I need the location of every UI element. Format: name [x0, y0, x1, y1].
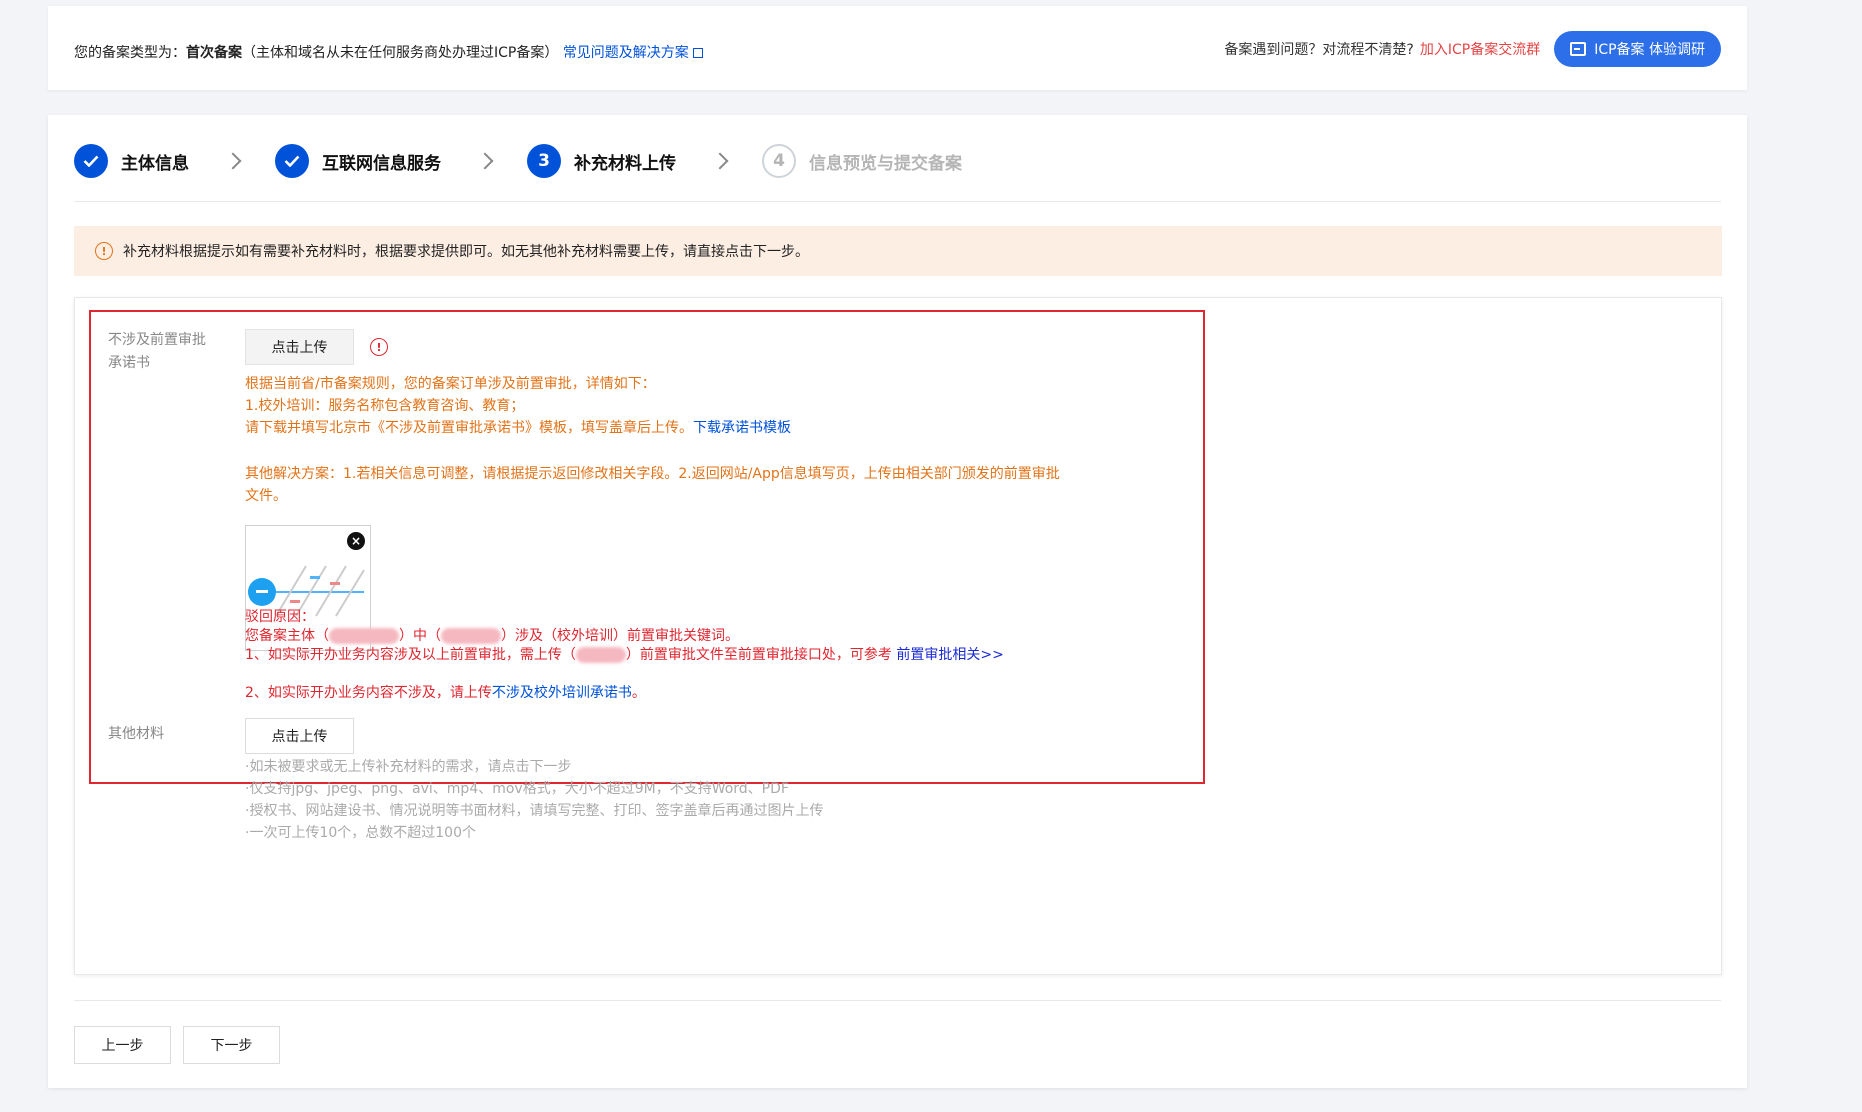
download-template-link[interactable]: 下载承诺书模板 [693, 420, 791, 436]
step-label: 主体信息 [121, 153, 189, 174]
step-number: 4 [762, 144, 796, 178]
chevron-right-icon [711, 152, 729, 170]
record-type-value: 首次备案 [186, 45, 242, 61]
chevron-right-icon [224, 152, 242, 170]
redacted-text [329, 628, 399, 644]
hint-text: ·仅支持jpg、jpeg、png、avi、mp4、mov格式，大小不超过9M，不… [245, 781, 789, 797]
reject-reason-3: 2、如实际开办业务内容不涉及，请上传不涉及校外培训承诺书。 [245, 685, 646, 701]
step-label: 信息预览与提交备案 [809, 153, 962, 174]
upload-commitment-button[interactable]: 点击上传 [245, 329, 354, 365]
other-solution-text-2: 文件。 [245, 488, 287, 504]
steps-bar: 主体信息 互联网信息服务 3 补充材料上传 4 信息预览与提交备案 [74, 139, 962, 183]
check-icon [74, 144, 108, 178]
rule-text-1: 根据当前省/市备案规则，您的备案订单涉及前置审批，详情如下： [245, 376, 656, 392]
reject-reason-2: 1、如实际开办业务内容涉及以上前置审批，需上传（ ）前置审批文件至前置审批接口处，… [245, 647, 1004, 663]
survey-button[interactable]: ICP备案 体验调研 [1554, 31, 1721, 67]
materials-panel: 不涉及前置审批 承诺书 点击上传 ! 根据当前省/市备案规则，您的备案订单涉及前… [74, 297, 1722, 975]
field-label-commitment: 不涉及前置审批 承诺书 [108, 332, 206, 371]
remove-image-icon[interactable]: × [347, 532, 365, 550]
redacted-text [441, 628, 501, 644]
step-number: 3 [527, 144, 561, 178]
survey-button-label: ICP备案 体验调研 [1594, 42, 1705, 58]
join-group-link[interactable]: 加入ICP备案交流群 [1420, 39, 1540, 59]
help-area: 备案遇到问题？对流程不清楚? 加入ICP备案交流群 ICP备案 体验调研 [1224, 31, 1721, 67]
rule-text-2: 1.校外培训：服务名称包含教育咨询、教育； [245, 398, 525, 414]
record-type-prefix: 您的备案类型为： [74, 45, 186, 61]
faq-link[interactable]: 常见问题及解决方案 [563, 45, 703, 61]
main-card: 主体信息 互联网信息服务 3 补充材料上传 4 信息预览与提交备案 ! 补充材料… [48, 115, 1747, 1088]
step-preview-submit: 4 信息预览与提交备案 [762, 144, 962, 178]
alert-text: 补充材料根据提示如有需要补充材料时，根据要求提供即可。如无其他补充材料需要上传，… [123, 244, 809, 260]
pre-approval-link[interactable]: 前置审批相关>> [896, 647, 1003, 663]
warning-icon: ! [95, 242, 113, 260]
hint-text: ·授权书、网站建设书、情况说明等书面材料，请填写完整、打印、签字盖章后再通过图片… [245, 803, 824, 819]
divider [74, 201, 1721, 202]
prev-step-button[interactable]: 上一步 [74, 1026, 171, 1064]
step-subject-info: 主体信息 [74, 144, 189, 178]
hint-text: ·如未被要求或无上传补充材料的需求，请点击下一步 [245, 759, 572, 775]
step-upload-materials: 3 补充材料上传 [527, 144, 676, 178]
other-solution-text: 其他解决方案：1.若相关信息可调整，请根据提示返回修改相关字段。2.返回网站/A… [245, 466, 1060, 482]
divider [74, 1000, 1721, 1001]
error-icon: ! [370, 338, 388, 356]
external-link-icon [692, 48, 703, 58]
survey-icon [1570, 42, 1587, 56]
next-step-button[interactable]: 下一步 [183, 1026, 280, 1064]
record-type-bar: 您的备案类型为：首次备案（主体和域名从未在任何服务商处办理过ICP备案） 常见问… [48, 6, 1747, 90]
step-label: 互联网信息服务 [322, 153, 441, 174]
commitment-link[interactable]: 不涉及校外培训承诺书 [492, 685, 632, 701]
step-internet-service: 互联网信息服务 [275, 144, 441, 178]
chevron-right-icon [476, 152, 494, 170]
hint-text: ·一次可上传10个，总数不超过100个 [245, 825, 476, 841]
info-alert: ! 补充材料根据提示如有需要补充材料时，根据要求提供即可。如无其他补充材料需要上… [74, 226, 1722, 276]
record-type-note: （主体和域名从未在任何服务商处办理过ICP备案） [242, 45, 559, 61]
field-label-other: 其他材料 [108, 726, 164, 742]
rule-text-3: 请下载并填写北京市《不涉及前置审批承诺书》模板，填写盖章后上传。下载承诺书模板 [245, 420, 791, 436]
upload-other-button[interactable]: 点击上传 [245, 718, 354, 754]
step-label: 补充材料上传 [574, 153, 676, 174]
redacted-text [575, 647, 626, 663]
check-icon [275, 144, 309, 178]
record-type-info: 您的备案类型为：首次备案（主体和域名从未在任何服务商处办理过ICP备案） 常见问… [74, 42, 703, 62]
help-text: 备案遇到问题？对流程不清楚? [1224, 42, 1414, 58]
